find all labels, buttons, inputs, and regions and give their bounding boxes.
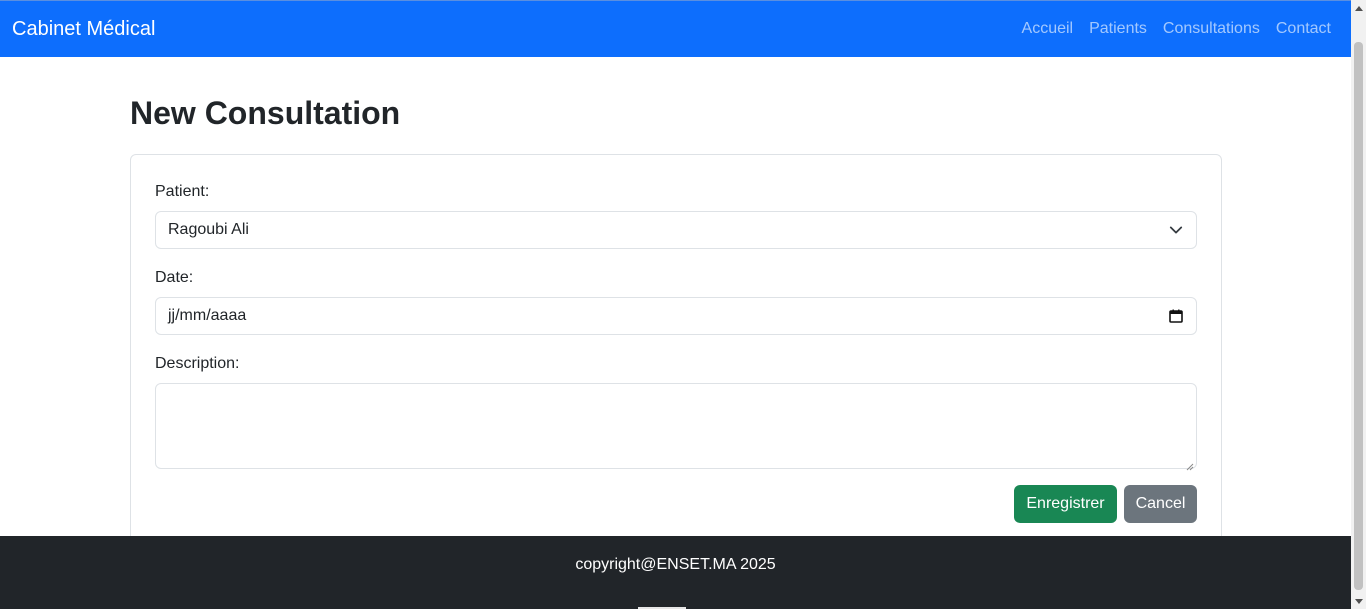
description-textarea[interactable] (155, 383, 1197, 471)
date-label: Date: (155, 269, 194, 286)
nav-link-contact[interactable]: Contact (1276, 18, 1331, 40)
chevron-down-icon (1168, 222, 1184, 238)
scroll-down-arrow-icon[interactable] (1351, 594, 1366, 609)
navbar-brand[interactable]: Cabinet Médical (12, 16, 155, 42)
vertical-scrollbar[interactable] (1351, 0, 1366, 609)
description-label: Description: (155, 355, 240, 372)
page-title: New Consultation (130, 95, 401, 131)
patient-label: Patient: (155, 183, 210, 200)
resize-grip-icon[interactable] (1186, 458, 1194, 471)
patient-select-value: Ragoubi Ali (168, 221, 249, 238)
date-input-placeholder: jj/mm/aaaa (168, 307, 247, 324)
patient-select[interactable]: Ragoubi Ali (155, 211, 1197, 249)
nav-link-patients[interactable]: Patients (1089, 18, 1147, 40)
date-input[interactable]: jj/mm/aaaa (155, 297, 1197, 335)
nav-link-accueil[interactable]: Accueil (1022, 18, 1074, 40)
navbar: Cabinet Médical Accueil Patients Consult… (0, 0, 1351, 57)
scroll-up-arrow-icon[interactable] (1351, 0, 1366, 15)
calendar-icon[interactable] (1168, 308, 1184, 324)
nav-links: Accueil Patients Consultations Contact (1022, 18, 1331, 40)
cancel-button[interactable]: Cancel (1124, 485, 1197, 523)
nav-link-consultations[interactable]: Consultations (1163, 18, 1260, 40)
save-button[interactable]: Enregistrer (1014, 485, 1117, 523)
footer: copyright@ENSET.MA 2025 (0, 536, 1351, 609)
page-viewport: Cabinet Médical Accueil Patients Consult… (0, 0, 1351, 609)
consultation-form-card: Patient: Ragoubi Ali Date: jj/mm/aaaa De… (130, 154, 1222, 554)
footer-copyright: copyright@ENSET.MA 2025 (575, 556, 776, 573)
scrollbar-thumb[interactable] (1354, 42, 1363, 590)
